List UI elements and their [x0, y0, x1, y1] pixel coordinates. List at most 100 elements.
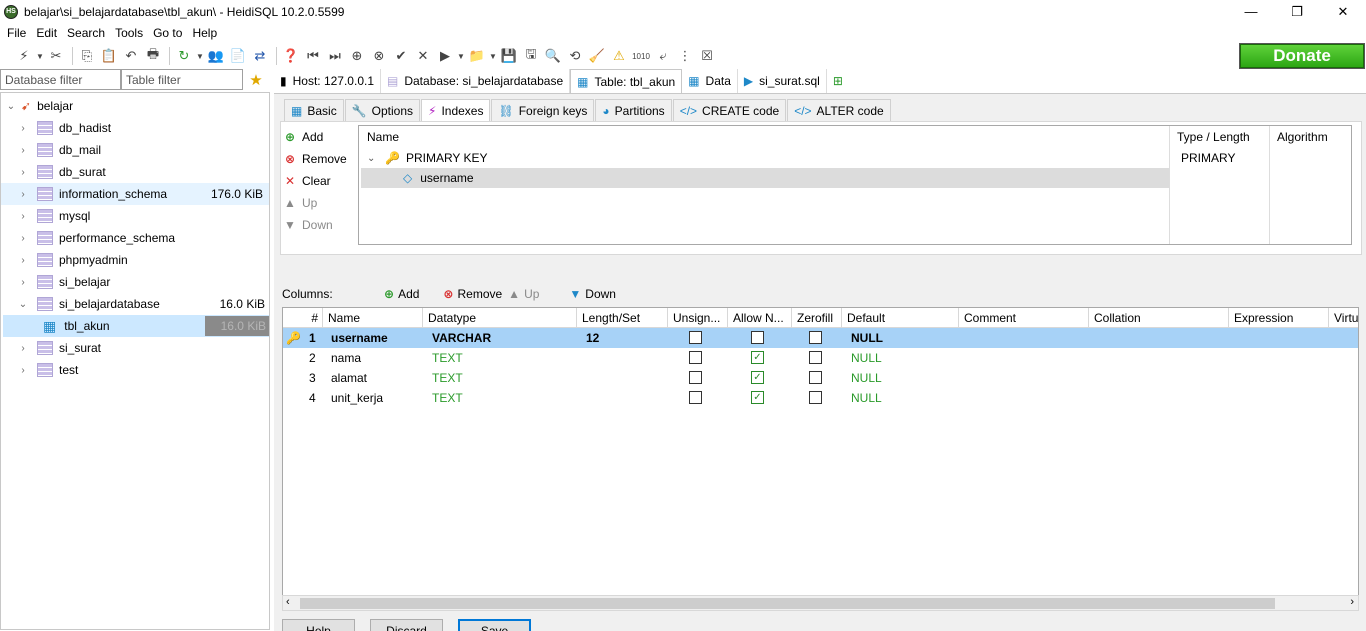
tab-partitions[interactable]: ◕ Partitions [595, 99, 672, 121]
dropdown-arrow-icon[interactable]: ▼ [489, 46, 497, 66]
tree-item-phpmyadmin[interactable]: › phpmyadmin [17, 249, 269, 271]
col-header-collation[interactable]: Collation [1089, 308, 1229, 328]
tab-host[interactable]: ▮ Host: 127.0.0.1 [274, 69, 381, 93]
discard-button[interactable]: Discard [370, 619, 443, 631]
tree-item-db_mail[interactable]: › db_mail [17, 139, 269, 161]
cancel-icon[interactable]: ✕ [413, 46, 433, 66]
binary-icon[interactable]: 1010 [631, 46, 651, 66]
column-length[interactable] [580, 388, 586, 408]
chevron-right-icon[interactable]: › [17, 167, 29, 178]
table-row[interactable]: 3 alamat TEXT ✓ NULL [283, 368, 1358, 388]
chevron-right-icon[interactable]: › [17, 277, 29, 288]
index-row-primary[interactable]: ⌄ 🔑 PRIMARY KEY [367, 148, 488, 168]
close-button[interactable]: ✕ [1320, 0, 1366, 23]
col-header-default[interactable]: Default [842, 308, 959, 328]
tree-item-test[interactable]: › test [17, 359, 269, 381]
database-filter-input[interactable]: Database filter [0, 69, 121, 90]
database-tree[interactable]: ⌄ ➹ belajar › db_hadist › db_mail › db_s… [0, 92, 270, 630]
column-name[interactable]: alamat [325, 368, 367, 388]
col-header-zerofill[interactable]: Zerofill [792, 308, 842, 328]
table-row[interactable]: 4 unit_kerja TEXT ✓ NULL [283, 388, 1358, 408]
dropdown-arrow-icon[interactable]: ▼ [36, 46, 44, 66]
down-index-button[interactable]: ▼ Down [282, 214, 352, 236]
zerofill-checkbox[interactable] [809, 371, 822, 384]
zerofill-checkbox[interactable] [809, 331, 822, 344]
tab-options[interactable]: 🔧 Options [344, 99, 420, 121]
tree-item-information_schema[interactable]: › information_schema 176.0 KiB [1, 183, 269, 205]
remove-index-button[interactable]: ⊗ Remove [282, 148, 352, 170]
col-header-comment[interactable]: Comment [959, 308, 1089, 328]
copy-icon[interactable]: ⎘ [77, 46, 97, 66]
chevron-right-icon[interactable]: › [17, 145, 29, 156]
tab-query[interactable]: ▶ si_surat.sql [738, 69, 827, 93]
table-row[interactable]: 2 nama TEXT ✓ NULL [283, 348, 1358, 368]
star-icon[interactable]: ★ [243, 69, 269, 91]
tab-data[interactable]: ▦ Data [682, 69, 738, 93]
column-default[interactable]: NULL [845, 328, 883, 348]
col-header-length[interactable]: Length/Set [577, 308, 668, 328]
wrap-icon[interactable]: ⤶ [653, 46, 673, 66]
dropdown-arrow-icon[interactable]: ▼ [457, 46, 465, 66]
chevron-right-icon[interactable]: › [17, 365, 29, 376]
tree-item-si_surat[interactable]: › si_surat [17, 337, 269, 359]
menu-search[interactable]: Search [62, 26, 110, 40]
clear-icon[interactable]: 🧹 [587, 46, 607, 66]
tab-database[interactable]: ▤ Database: si_belajardatabase [381, 69, 571, 93]
allow-null-checkbox[interactable] [751, 331, 764, 344]
zerofill-checkbox[interactable] [809, 391, 822, 404]
first-icon[interactable]: ⏮ [303, 46, 323, 66]
tree-item-si_belajar[interactable]: › si_belajar [17, 271, 269, 293]
col-header-virtuality[interactable]: Virtu [1329, 308, 1358, 328]
index-header-type[interactable]: Type / Length [1177, 130, 1250, 144]
tab-foreign-keys[interactable]: ⛓ Foreign keys [491, 99, 595, 121]
col-header-unsigned[interactable]: Unsign... [668, 308, 728, 328]
zerofill-checkbox[interactable] [809, 351, 822, 364]
scroll-right-icon[interactable]: › [1350, 596, 1354, 608]
dropdown-arrow-icon[interactable]: ▼ [196, 46, 204, 66]
donate-button[interactable]: Donate [1239, 43, 1365, 69]
unsigned-checkbox[interactable] [689, 391, 702, 404]
refresh-icon[interactable]: ↻ [174, 46, 194, 66]
col-header-expression[interactable]: Expression [1229, 308, 1329, 328]
tab-table[interactable]: ▦ Table: tbl_akun [570, 69, 683, 93]
remove-column-button[interactable]: ⊗ Remove [443, 287, 502, 301]
chevron-right-icon[interactable]: › [17, 123, 29, 134]
close-tab-icon[interactable]: ☒ [697, 46, 717, 66]
help-icon[interactable]: ❓ [281, 46, 301, 66]
tree-item-db_hadist[interactable]: › db_hadist [17, 117, 269, 139]
column-name[interactable]: username [325, 328, 388, 348]
tree-item-db_surat[interactable]: › db_surat [17, 161, 269, 183]
scroll-left-icon[interactable]: ‹ [286, 596, 290, 608]
column-datatype[interactable]: TEXT [426, 388, 463, 408]
menu-file[interactable]: File [2, 26, 31, 40]
chevron-right-icon[interactable]: › [17, 233, 29, 244]
column-datatype[interactable]: VARCHAR [426, 328, 491, 348]
new-query-tab-button[interactable]: ⊞ [827, 69, 849, 93]
column-default[interactable]: NULL [845, 368, 882, 388]
tab-indexes[interactable]: ⚡ Indexes [421, 99, 491, 121]
tree-item-mysql[interactable]: › mysql [17, 205, 269, 227]
tree-item-performance_schema[interactable]: › performance_schema [17, 227, 269, 249]
col-header-num[interactable]: # [283, 308, 323, 328]
index-column-row[interactable]: ◇ username [361, 168, 1169, 188]
table-row[interactable]: 🔑 1 username VARCHAR 12 NULL [283, 328, 1358, 348]
col-header-name[interactable]: Name [323, 308, 423, 328]
horizontal-scrollbar[interactable]: ‹ › [282, 595, 1359, 611]
column-length[interactable]: 12 [580, 328, 599, 348]
save-button[interactable]: Save [458, 619, 531, 631]
unsigned-checkbox[interactable] [689, 371, 702, 384]
allow-null-checkbox[interactable]: ✓ [751, 371, 764, 384]
column-default[interactable]: NULL [845, 388, 882, 408]
index-header-name[interactable]: Name [367, 130, 399, 144]
tree-item-si_belajardatabase[interactable]: ⌄ si_belajardatabase 16.0 KiB [17, 293, 269, 315]
unsigned-checkbox[interactable] [689, 351, 702, 364]
table-filter-input[interactable]: Table filter [121, 69, 243, 90]
column-datatype[interactable]: TEXT [426, 348, 463, 368]
tree-item-tbl_akun[interactable]: ▦ tbl_akun 16.0 KiB [3, 315, 269, 337]
column-name[interactable]: unit_kerja [325, 388, 383, 408]
warning-icon[interactable]: ⚠ [609, 46, 629, 66]
save-as-icon[interactable]: 🖫 [521, 46, 541, 66]
minimize-button[interactable]: — [1228, 0, 1274, 23]
col-header-datatype[interactable]: Datatype [423, 308, 577, 328]
col-header-allow-null[interactable]: Allow N... [728, 308, 792, 328]
